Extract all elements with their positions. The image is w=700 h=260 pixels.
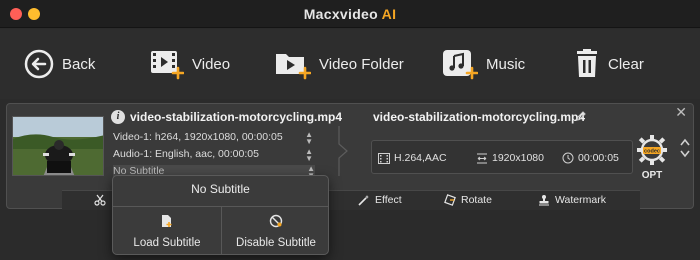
trash-icon [577, 49, 597, 77]
remove-item-icon[interactable]: ✕ [675, 104, 687, 121]
convert-arrow-icon [338, 126, 348, 176]
load-subtitle-option[interactable]: Load Subtitle [113, 214, 221, 249]
video-thumbnail[interactable] [12, 116, 104, 176]
magic-wand-icon [358, 195, 369, 206]
opt-label: OPT [641, 170, 663, 181]
stamp-icon [539, 195, 549, 206]
back-arrow-circle-icon [24, 49, 54, 79]
output-resolution: 1920x1080 [476, 152, 544, 164]
audio-track-stepper-icon: ▲ ▼ [305, 147, 313, 163]
load-subtitle-label: Load Subtitle [133, 237, 201, 249]
output-duration-value: 00:00:05 [578, 152, 619, 164]
clear-label: Clear [608, 55, 644, 73]
film-plus-icon [151, 51, 184, 80]
clear-button[interactable]: Clear [574, 47, 644, 81]
opt-badge: codec [644, 149, 660, 155]
chevron-up-down-icon[interactable] [679, 137, 691, 159]
motorcycle-thumbnail-image [13, 117, 103, 175]
video-track-stepper-icon: ▲ ▼ [305, 130, 313, 146]
disable-subtitle-option[interactable]: Disable Subtitle [222, 214, 330, 249]
audio-track-select[interactable]: Audio-1: English, aac, 00:00:05 ▲ ▼ [113, 147, 313, 163]
folder-play-icon [276, 54, 311, 80]
add-video-folder-button[interactable]: Video Folder [275, 47, 404, 81]
video-folder-label: Video Folder [319, 55, 404, 73]
watermark-button[interactable]: Watermark [538, 194, 606, 206]
add-video-button[interactable]: Video [150, 47, 230, 81]
effect-button[interactable]: Effect [358, 194, 402, 206]
output-duration: 00:00:05 [562, 152, 619, 164]
main-toolbar: Back Video Video Folder Music Clear [0, 29, 700, 99]
watermark-label: Watermark [555, 194, 606, 206]
add-music-button[interactable]: Music [442, 47, 525, 81]
app-title-accent: AI [381, 6, 397, 22]
gear-icon: codec [637, 135, 667, 165]
source-file-name: video-stabilization-motorcycling.mp4 [130, 110, 343, 124]
output-codec: H.264,AAC [378, 152, 447, 164]
video-track-value: Video-1: h264, 1920x1080, 00:00:05 [113, 131, 283, 143]
subtitle-popup-menu: No Subtitle Load Subtitle Disable Subtit… [112, 175, 329, 255]
opt-button[interactable]: codec OPT [631, 132, 673, 186]
add-file-icon [162, 215, 172, 227]
rotate-icon [444, 194, 456, 206]
pencil-icon[interactable] [575, 110, 587, 122]
resolution-icon [477, 153, 487, 163]
music-note-icon [443, 50, 478, 80]
rotate-button[interactable]: Rotate [444, 194, 492, 206]
disable-subtitle-label: Disable Subtitle [236, 237, 316, 249]
back-button[interactable]: Back [24, 47, 95, 81]
app-title-main: Macxvideo [303, 6, 378, 22]
title-bar: Macxvideo AI [0, 0, 700, 28]
audio-track-value: Audio-1: English, aac, 00:00:05 [113, 148, 259, 160]
info-icon[interactable]: i [111, 110, 125, 124]
popup-title[interactable]: No Subtitle [113, 182, 328, 196]
scissors-icon [94, 194, 106, 206]
effect-label: Effect [375, 194, 402, 206]
disable-subtitle-icon [269, 214, 283, 228]
clock-icon [562, 152, 574, 164]
output-file-name: video-stabilization-motorcycling.mp4 [373, 110, 586, 124]
output-resolution-value: 1920x1080 [492, 152, 544, 164]
video-track-select[interactable]: Video-1: h264, 1920x1080, 00:00:05 ▲ ▼ [113, 130, 313, 146]
video-label: Video [192, 55, 231, 73]
film-icon [378, 152, 390, 164]
back-label: Back [62, 55, 96, 73]
cut-button[interactable] [94, 194, 111, 206]
rotate-label: Rotate [461, 194, 492, 206]
music-label: Music [486, 55, 526, 73]
output-info-box: H.264,AAC 1920x1080 00:00:05 [371, 140, 633, 174]
app-title: Macxvideo AI [0, 6, 700, 22]
output-codec-value: H.264,AAC [394, 152, 447, 164]
